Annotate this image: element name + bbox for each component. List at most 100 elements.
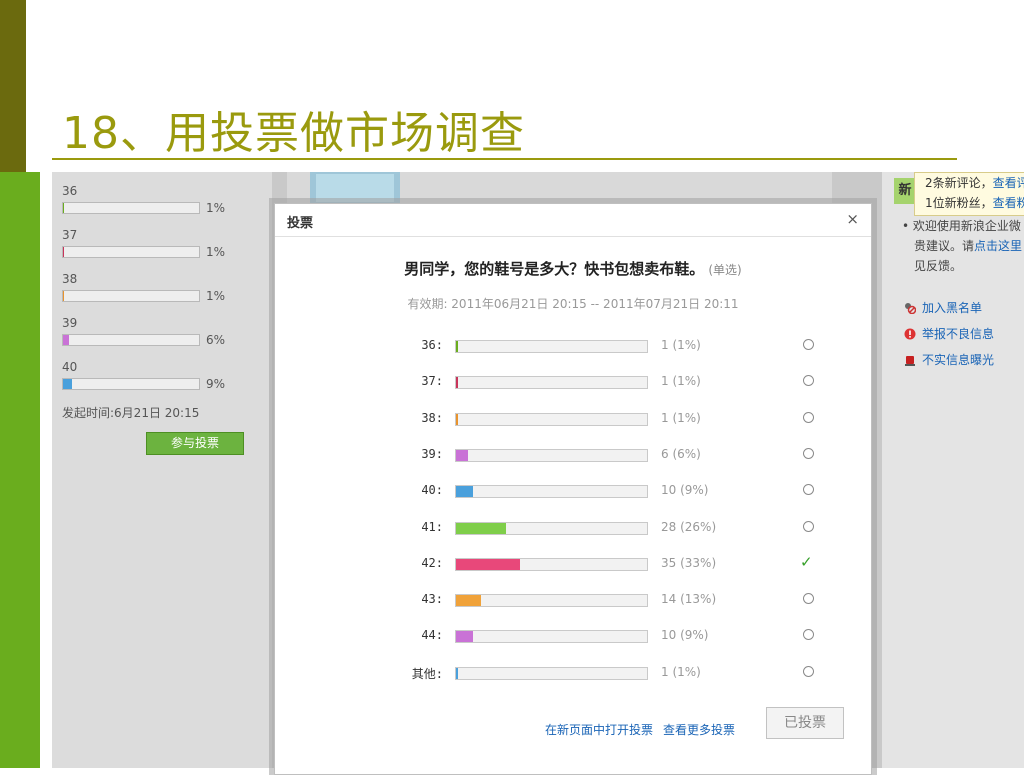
poll-option-row: 40: 10 (9%) xyxy=(275,481,875,501)
title-divider xyxy=(52,158,957,160)
view-comments-link[interactable]: 查看评 xyxy=(993,176,1024,190)
option-radio[interactable] xyxy=(803,665,814,677)
option-radio[interactable] xyxy=(803,411,814,423)
option-count: 10 (9%) xyxy=(661,628,709,643)
option-count: 1 (1%) xyxy=(661,374,701,389)
option-bar-fill xyxy=(456,522,506,534)
option-bar-fill xyxy=(456,449,468,461)
option-radio[interactable] xyxy=(803,375,814,387)
option-bar xyxy=(455,448,648,462)
poll-type: (单选) xyxy=(708,263,742,277)
option-label: 其他: xyxy=(411,666,443,681)
bg-poll-bar xyxy=(62,202,200,214)
option-label: 43: xyxy=(421,592,443,607)
notification-tooltip: 2条新评论，查看评 1位新粉丝，查看粉 xyxy=(914,172,1024,216)
more-polls-link[interactable]: 查看更多投票 xyxy=(663,723,735,737)
poll-start-time: 发起时间:6月21日 20:15 xyxy=(62,406,200,420)
add-blacklist-link[interactable]: 加入黑名单 xyxy=(904,299,982,316)
poll-question: 男同学，您的鞋号是多大？快书包想卖布鞋。 (单选) xyxy=(404,260,742,278)
option-bar xyxy=(455,557,648,571)
option-bar xyxy=(455,340,648,353)
option-bar-fill xyxy=(456,631,473,643)
option-bar xyxy=(455,485,648,499)
block-user-icon xyxy=(904,302,917,315)
bg-poll-bar xyxy=(62,334,200,346)
option-bar xyxy=(455,376,648,390)
bg-poll-bar xyxy=(62,290,200,302)
bg-poll-fill xyxy=(63,379,72,389)
close-icon[interactable]: × xyxy=(846,210,859,228)
bg-poll-bar xyxy=(62,246,200,258)
bg-poll-percent: 1% xyxy=(206,245,226,259)
welcome-text-line2: 贵建议。请点击这里 xyxy=(914,239,1023,253)
right-tab-marker[interactable]: 新 xyxy=(894,178,916,204)
option-bar xyxy=(455,412,648,426)
feedback-link[interactable]: 点击这里 xyxy=(974,239,1022,253)
bg-poll-label: 37 xyxy=(62,228,78,242)
open-in-new-page-link[interactable]: 在新页面中打开投票 xyxy=(545,723,653,737)
option-bar xyxy=(455,666,648,680)
voted-button[interactable]: 已投票 xyxy=(766,707,844,739)
view-followers-link[interactable]: 查看粉 xyxy=(993,196,1024,210)
option-count: 35 (33%) xyxy=(661,555,717,570)
thumbnail-image xyxy=(310,172,400,204)
slide-title: 18、用投票做市场调查 xyxy=(62,108,525,159)
bg-poll-percent: 1% xyxy=(206,289,226,303)
false-info-link[interactable]: 不实信息曝光 xyxy=(904,351,994,368)
dialog-title: 投票 xyxy=(287,216,314,231)
option-count: 1 (1%) xyxy=(661,410,701,425)
option-radio[interactable] xyxy=(803,629,814,641)
option-bar-fill xyxy=(456,558,520,570)
option-bar-fill xyxy=(456,667,458,679)
option-bar-fill xyxy=(456,595,481,607)
option-label: 41: xyxy=(421,519,443,534)
warning-icon xyxy=(904,328,916,340)
poll-validity: 有效期: 2011年06月21日 20:15 -- 2011年07月21日 20… xyxy=(407,297,739,311)
bg-poll-percent: 1% xyxy=(206,201,226,215)
option-count: 28 (26%) xyxy=(661,519,717,534)
option-radio[interactable] xyxy=(803,339,814,350)
option-count: 1 (1%) xyxy=(661,664,701,679)
join-vote-button[interactable]: 参与投票 xyxy=(146,432,244,455)
option-label: 37: xyxy=(421,374,443,389)
slide-accent-bar-bottom xyxy=(0,172,40,768)
bg-poll-percent: 6% xyxy=(206,333,226,347)
option-label: 42: xyxy=(421,555,443,570)
bg-poll-fill xyxy=(63,203,64,213)
option-radio[interactable] xyxy=(803,447,814,459)
poll-option-row: 36: 1 (1%) xyxy=(275,336,875,356)
bg-poll-label: 39 xyxy=(62,316,78,330)
bg-poll-percent: 9% xyxy=(206,377,226,391)
report-link[interactable]: 举报不良信息 xyxy=(904,325,994,342)
welcome-text-line1: • 欢迎使用新浪企业微 xyxy=(902,219,1021,233)
dialog-header: 投票 × xyxy=(275,204,871,237)
option-bar-fill xyxy=(456,341,458,352)
checkmark-icon: ✓ xyxy=(800,552,813,571)
bg-poll-label: 38 xyxy=(62,272,78,286)
alarm-icon xyxy=(904,354,916,366)
option-count: 6 (6%) xyxy=(661,446,701,461)
option-label: 38: xyxy=(421,410,443,425)
option-radio[interactable] xyxy=(803,484,814,496)
poll-option-row: 38: 1 (1%) xyxy=(275,409,875,429)
bg-poll-fill xyxy=(63,247,64,257)
option-bar-fill xyxy=(456,413,458,425)
option-count: 10 (9%) xyxy=(661,483,709,498)
option-bar-fill xyxy=(456,377,458,389)
bg-poll-bar xyxy=(62,378,200,390)
vote-dialog: 投票 × 男同学，您的鞋号是多大？快书包想卖布鞋。 (单选) 有效期: 2011年… xyxy=(274,203,872,775)
poll-option-row: 其他: 1 (1%) xyxy=(275,663,875,683)
slide-accent-bar-top xyxy=(0,0,26,172)
poll-option-row: 43: 14 (13%) xyxy=(275,590,875,610)
poll-option-row: 44: 10 (9%) xyxy=(275,626,875,646)
option-label: 44: xyxy=(421,628,443,643)
poll-option-row: 41: 28 (26%) xyxy=(275,518,875,538)
bg-poll-label: 36 xyxy=(62,184,78,198)
option-count: 1 (1%) xyxy=(661,338,701,352)
option-bar-fill xyxy=(456,486,473,498)
option-radio[interactable] xyxy=(803,520,814,532)
option-label: 39: xyxy=(421,446,443,461)
background-left-panel xyxy=(52,172,272,768)
welcome-text-line3: 见反馈。 xyxy=(914,259,963,273)
option-radio[interactable] xyxy=(803,593,814,605)
